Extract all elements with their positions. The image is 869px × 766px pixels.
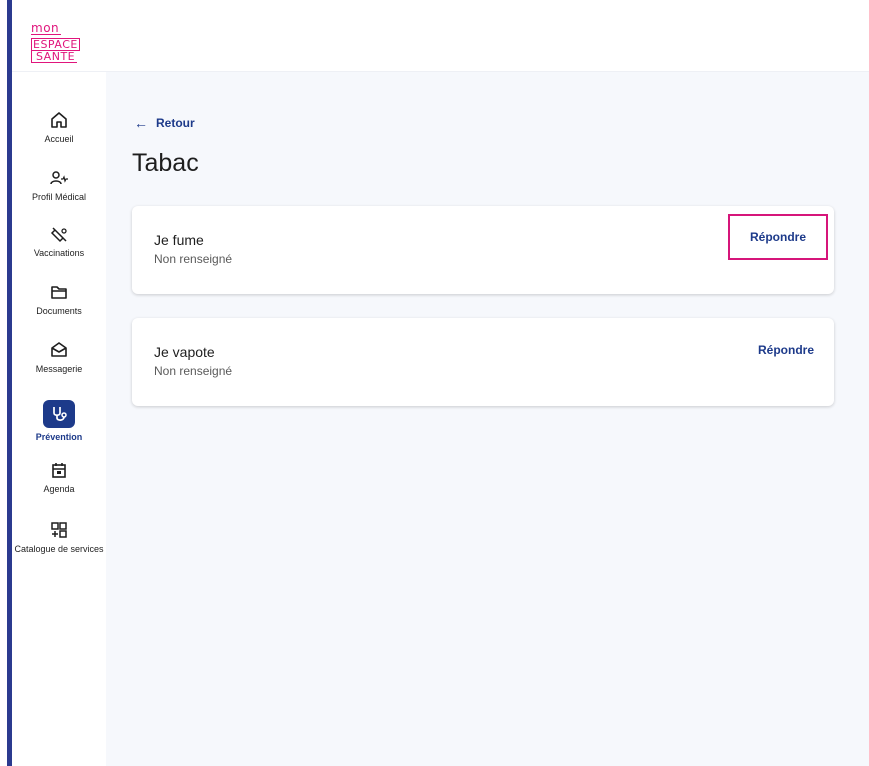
question-card-je-fume: Je fume Non renseigné Répondre (132, 206, 834, 294)
sidebar-item-prevention[interactable]: Prévention (12, 400, 106, 443)
stethoscope-icon (49, 404, 69, 424)
syringe-icon (49, 224, 69, 244)
sidebar-item-label: Documents (36, 306, 82, 316)
sidebar-item-messagerie[interactable]: Messagerie (12, 340, 106, 375)
repondre-button[interactable]: Répondre (758, 343, 814, 357)
arrow-left-icon: ← (134, 115, 148, 131)
sidebar-item-profil-medical[interactable]: Profil Médical (12, 168, 106, 203)
sidebar-item-label: Messagerie (35, 364, 83, 374)
sidebar-item-vaccinations[interactable]: Vaccinations (12, 224, 106, 259)
repondre-button[interactable]: Répondre (728, 214, 828, 260)
active-indicator (43, 400, 75, 428)
window-edge (0, 0, 12, 766)
sidebar-item-label: Vaccinations (33, 248, 85, 258)
card-status: Non renseigné (154, 252, 233, 266)
sidebar-item-documents[interactable]: Documents (12, 282, 106, 317)
sidebar-nav: Accueil Profil Médical Vaccinations Docu… (12, 72, 106, 766)
home-icon (49, 110, 69, 130)
medical-profile-icon (49, 168, 69, 188)
back-label: Retour (156, 116, 195, 130)
sidebar-item-label: Accueil (44, 134, 74, 144)
apps-grid-icon (49, 520, 69, 540)
page-title: Tabac (132, 149, 199, 177)
question-card-je-vapote: Je vapote Non renseigné Répondre (132, 318, 834, 406)
sidebar-item-label: Catalogue de services (14, 544, 104, 554)
calendar-icon (49, 460, 69, 480)
logo-line-1: mon (31, 21, 61, 35)
top-bar: mon ESPACE SANTE (12, 0, 869, 72)
folder-icon (49, 282, 69, 302)
sidebar-item-agenda[interactable]: Agenda (12, 460, 106, 495)
back-link[interactable]: ← Retour (134, 115, 195, 131)
card-status: Non renseigné (154, 364, 233, 378)
mon-espace-sante-logo[interactable]: mon ESPACE SANTE (31, 21, 95, 63)
sidebar-item-label: Agenda (43, 484, 75, 494)
card-title: Je fume (154, 232, 204, 248)
main-content: ← Retour Tabac Je fume Non renseigné Rép… (106, 72, 869, 766)
sidebar-item-catalogue[interactable]: Catalogue de services (12, 520, 106, 555)
envelope-icon (49, 340, 69, 360)
card-title: Je vapote (154, 344, 215, 360)
sidebar-item-label: Prévention (35, 432, 83, 442)
sidebar-item-accueil[interactable]: Accueil (12, 110, 106, 145)
sidebar-item-label: Profil Médical (31, 192, 87, 202)
logo-line-3: SANTE (31, 51, 77, 63)
